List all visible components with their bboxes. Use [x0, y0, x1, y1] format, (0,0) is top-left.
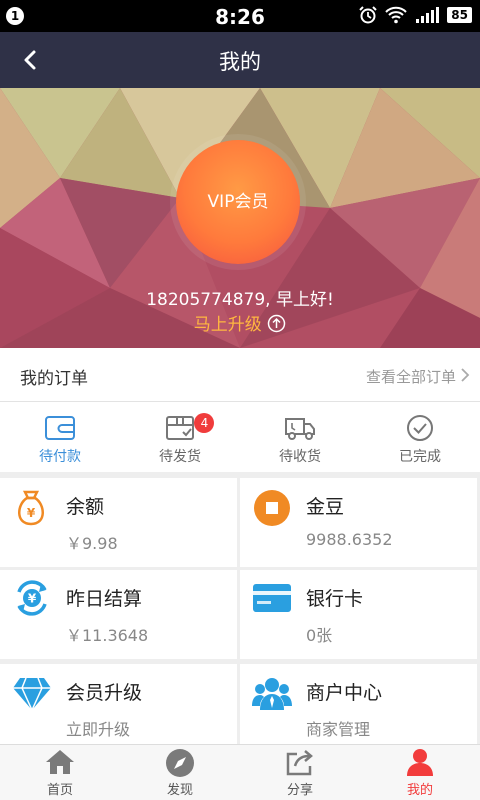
chevron-right-icon: [461, 368, 470, 382]
battery-level: 85: [447, 7, 472, 23]
balance-title: 余额: [66, 496, 105, 518]
pending-shipment-badge: 4: [194, 413, 215, 433]
person-icon: [407, 749, 433, 776]
balance-value: ￥9.98: [66, 534, 118, 553]
vip-member-badge[interactable]: VIP会员: [176, 140, 300, 264]
merchant-center-cell[interactable]: 商户中心 商家管理: [240, 664, 477, 744]
compass-icon: [166, 749, 194, 777]
tab-share-label: 分享: [286, 783, 313, 798]
account-grid: ¥ 余额 ￥9.98 金豆 9988.6352 ¥ 昨日结算 ￥11.3648 …: [0, 478, 480, 744]
svg-text:¥: ¥: [27, 506, 36, 520]
tab-mine-label: 我的: [406, 783, 433, 798]
check-circle-icon: [407, 415, 433, 441]
tab-discover-label: 发现: [166, 783, 193, 798]
gold-bean-cell[interactable]: 金豆 9988.6352: [240, 478, 477, 567]
upgrade-link[interactable]: 马上升级: [0, 310, 480, 335]
tab-home-label: 首页: [46, 783, 73, 798]
settlement-value: ￥11.3648: [66, 626, 149, 645]
alarm-icon: [359, 6, 378, 24]
tab-pending-shipment[interactable]: 4 待发货: [120, 402, 240, 472]
view-all-orders-link[interactable]: 查看全部订单: [366, 366, 456, 387]
merchant-center-title: 商户中心: [306, 682, 383, 704]
bank-card-value: 0张: [306, 626, 333, 645]
my-orders-title: 我的订单: [20, 369, 88, 389]
member-upgrade-title: 会员升级: [66, 682, 143, 704]
user-greeting: 18205774879, 早上好!: [146, 290, 334, 310]
bottom-tab-bar: 首页 发现 分享 我的: [0, 744, 480, 800]
upgrade-label: 马上升级: [193, 315, 262, 335]
tab-home[interactable]: 首页: [0, 745, 120, 800]
tab-completed-label: 已完成: [399, 449, 441, 465]
tab-pending-receipt-label: 待收货: [279, 449, 321, 465]
my-orders-header[interactable]: 我的订单 查看全部订单: [0, 348, 480, 402]
member-upgrade-value: 立即升级: [66, 720, 131, 739]
home-icon: [46, 750, 74, 774]
bank-card-cell[interactable]: 银行卡 0张: [240, 570, 477, 659]
wifi-icon: [385, 6, 408, 24]
tab-pending-shipment-label: 待发货: [159, 449, 201, 465]
svg-text:¥: ¥: [28, 592, 37, 606]
member-upgrade-cell[interactable]: 会员升级 立即升级: [0, 664, 237, 744]
package-icon: [166, 416, 194, 440]
wallet-icon: [45, 416, 75, 440]
tab-pending-receipt[interactable]: 待收货: [240, 402, 360, 472]
order-status-tabs: 待付款 4 待发货 待收货 已完成: [0, 402, 480, 472]
gold-bean-value: 9988.6352: [306, 530, 393, 549]
title-bar: 我的: [0, 32, 480, 88]
bank-card-icon: [253, 584, 291, 612]
page-title: 我的: [219, 50, 261, 74]
money-bag-icon: ¥: [18, 490, 44, 526]
status-bar: 1 8:26 85: [0, 0, 480, 32]
tab-mine[interactable]: 我的: [360, 745, 480, 800]
gold-bean-title: 金豆: [306, 496, 345, 518]
share-icon: [286, 750, 313, 776]
balance-cell[interactable]: ¥ 余额 ￥9.98: [0, 478, 237, 567]
status-icons: 85: [359, 6, 472, 24]
tab-pending-payment[interactable]: 待付款: [0, 402, 120, 472]
settlement-title: 昨日结算: [66, 588, 143, 610]
tab-share[interactable]: 分享: [240, 745, 360, 800]
tab-completed[interactable]: 已完成: [360, 402, 480, 472]
arrow-up-circle-icon: [267, 314, 286, 333]
signal-icon: [416, 7, 440, 23]
settlement-icon: ¥: [17, 580, 47, 616]
merchant-icon: [252, 678, 292, 710]
truck-icon: [285, 418, 315, 440]
gold-bean-icon: [254, 490, 290, 526]
tab-pending-payment-label: 待付款: [39, 449, 81, 465]
settlement-cell[interactable]: ¥ 昨日结算 ￥11.3648: [0, 570, 237, 659]
merchant-center-value: 商家管理: [306, 720, 371, 739]
diamond-icon: [13, 677, 51, 712]
bank-card-title: 银行卡: [306, 588, 364, 610]
tab-discover[interactable]: 发现: [120, 745, 240, 800]
profile-banner: VIP会员 18205774879, 早上好! 马上升级: [0, 88, 480, 348]
